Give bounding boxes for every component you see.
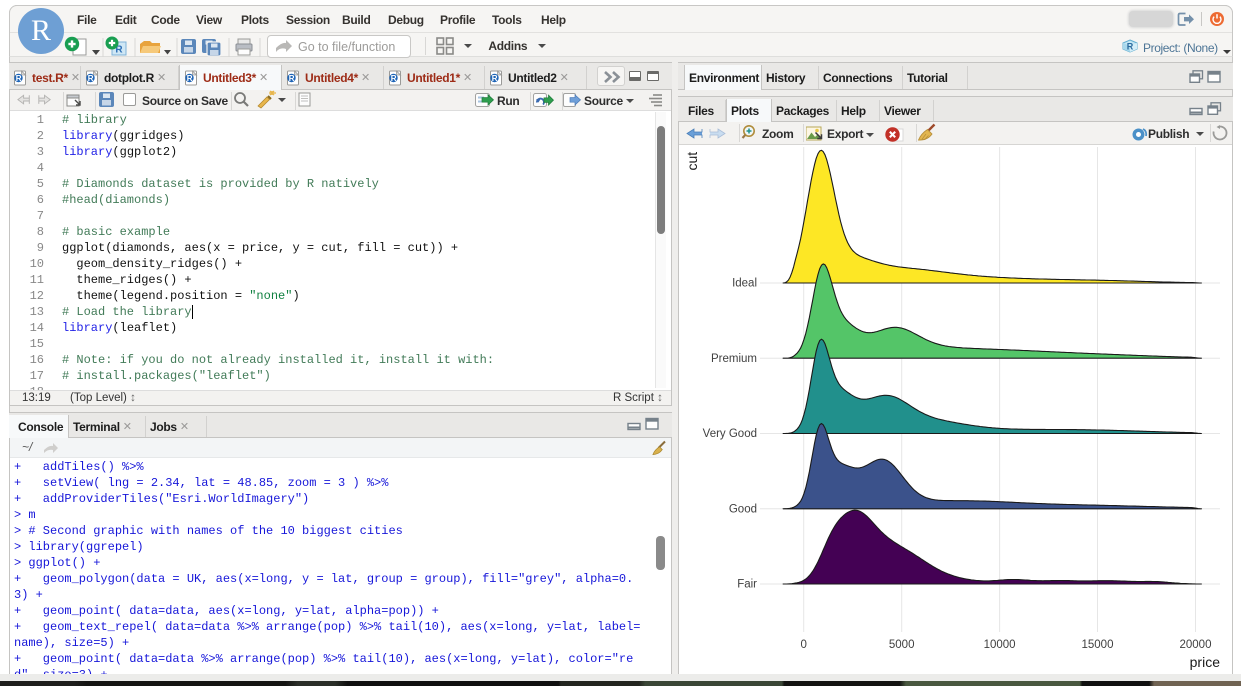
svg-text:Good: Good — [729, 503, 757, 515]
svg-text:R: R — [1127, 42, 1134, 52]
svg-text:R: R — [187, 74, 193, 83]
svg-text:Fair: Fair — [737, 579, 757, 591]
svg-text:Ideal: Ideal — [732, 278, 757, 290]
svg-text:10000: 10000 — [984, 639, 1016, 651]
svg-text:cut: cut — [684, 152, 700, 171]
svg-text:R: R — [88, 74, 94, 83]
svg-text:price: price — [1190, 654, 1221, 670]
svg-text:R: R — [289, 74, 295, 83]
svg-text:R: R — [16, 74, 22, 83]
svg-text:R: R — [31, 14, 51, 47]
svg-text:0: 0 — [800, 639, 806, 651]
svg-text:5000: 5000 — [889, 639, 915, 651]
svg-text:15000: 15000 — [1082, 639, 1114, 651]
svg-text:20000: 20000 — [1180, 639, 1212, 651]
svg-text:R: R — [391, 74, 397, 83]
svg-text:R: R — [492, 74, 498, 83]
svg-text:Very Good: Very Good — [703, 428, 757, 440]
svg-text:Premium: Premium — [711, 353, 757, 365]
